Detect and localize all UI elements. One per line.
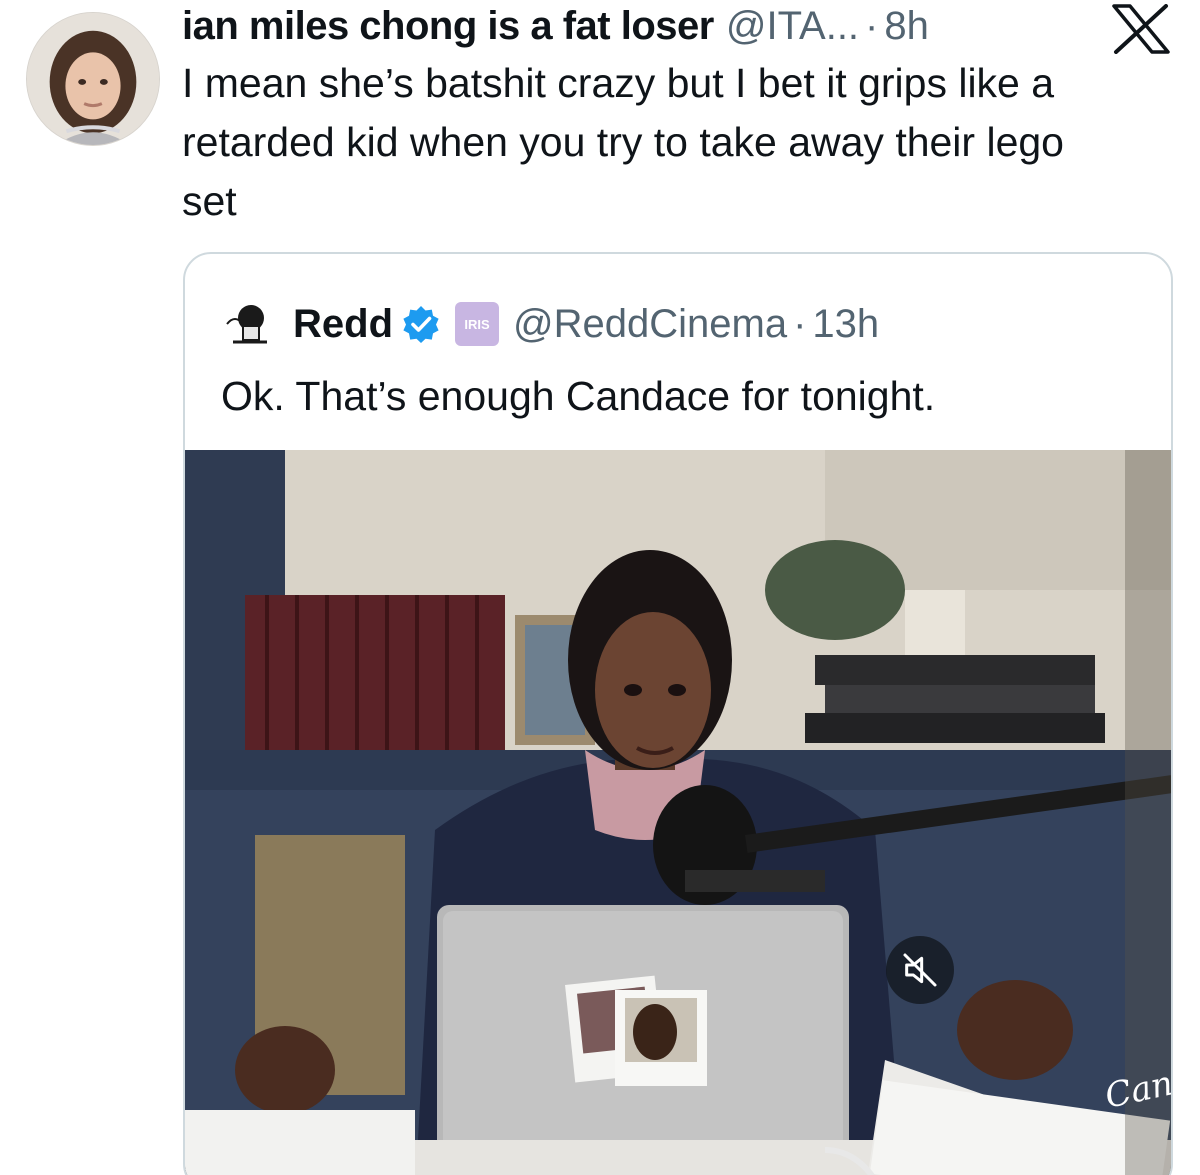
quoted-separator: · [793, 301, 807, 346]
quoted-user-handle[interactable]: @ReddCinema [513, 302, 787, 347]
quoted-tweet-header: Redd IRIS @ReddCinema · 13h [221, 294, 1151, 354]
affiliate-badge[interactable]: IRIS [455, 302, 499, 346]
tweet-header: ian miles chong is a fat loser @ITA... ·… [182, 2, 1082, 50]
display-name[interactable]: ian miles chong is a fat loser [182, 2, 714, 50]
tweet-text: I mean she’s batshit crazy but I bet it … [182, 60, 1064, 224]
mute-icon[interactable] [886, 936, 954, 1004]
verified-badge-icon [401, 304, 441, 344]
quoted-display-name[interactable]: Redd [293, 302, 393, 347]
user-handle[interactable]: @ITA... [726, 2, 859, 50]
quoted-tweet-card[interactable]: Redd IRIS @ReddCinema · 13h Ok. That’s e… [183, 252, 1173, 1175]
avatar-photo [27, 13, 159, 145]
quoted-timestamp[interactable]: 13h [812, 302, 879, 347]
quoted-tweet-text: Ok. That’s enough Candace for tonight. [221, 373, 936, 419]
quoted-video[interactable]: Can [185, 450, 1171, 1175]
tweet[interactable]: ian miles chong is a fat loser @ITA... ·… [0, 0, 1200, 1175]
quoted-avatar[interactable] [221, 296, 277, 352]
separator: · [865, 4, 879, 48]
avatar[interactable] [26, 12, 160, 146]
x-logo-icon[interactable] [1110, 4, 1172, 54]
timestamp[interactable]: 8h [884, 2, 929, 50]
